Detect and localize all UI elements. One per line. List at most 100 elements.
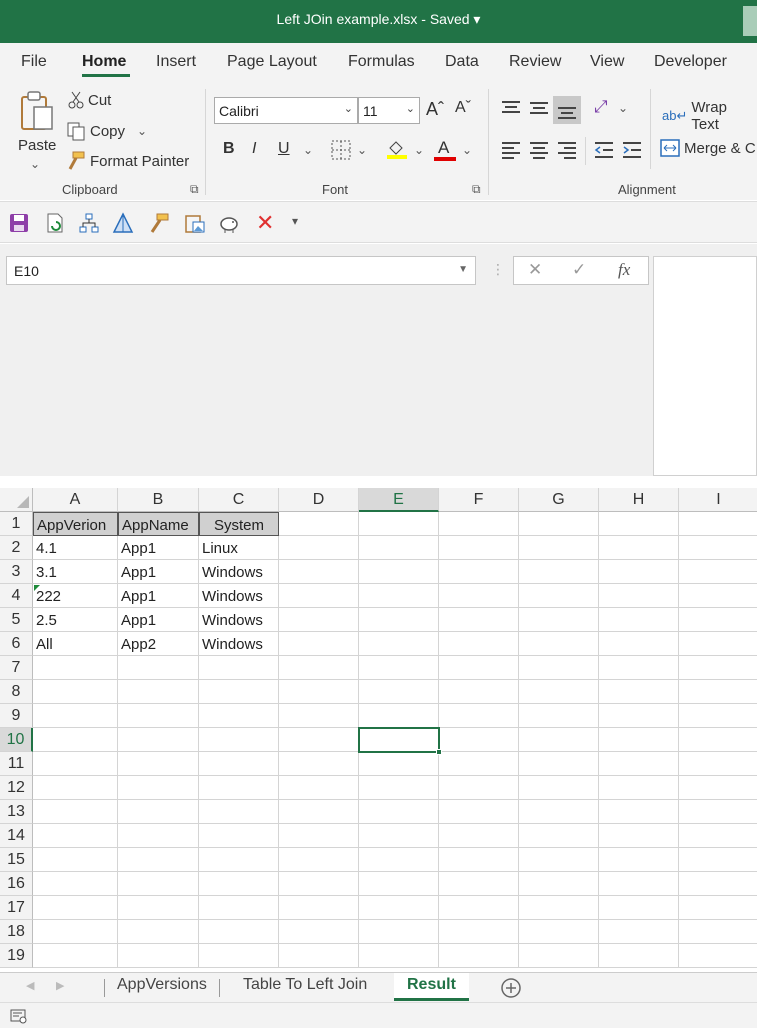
- cell-i18[interactable]: [679, 920, 757, 944]
- piggy-bank-icon[interactable]: [218, 212, 240, 234]
- cell-a2[interactable]: 4.1: [33, 536, 118, 560]
- formula-input[interactable]: [653, 256, 757, 476]
- copy-dropdown-icon[interactable]: ⌄: [137, 124, 147, 138]
- cell-a19[interactable]: [33, 944, 118, 968]
- cell-c7[interactable]: [199, 656, 279, 680]
- cell-e3[interactable]: [359, 560, 439, 584]
- cell-d17[interactable]: [279, 896, 359, 920]
- hierarchy-icon[interactable]: [78, 212, 100, 234]
- cell-e7[interactable]: [359, 656, 439, 680]
- row-header-11[interactable]: 11: [0, 752, 33, 776]
- cell-g9[interactable]: [519, 704, 599, 728]
- cell-g10[interactable]: [519, 728, 599, 752]
- cell-i13[interactable]: [679, 800, 757, 824]
- cut-button[interactable]: Cut: [68, 91, 111, 109]
- worksheet-grid[interactable]: A B C D E F G H I 1 AppVerion AppName System 2 4.1 App1…: [0, 488, 757, 972]
- cell-e12[interactable]: [359, 776, 439, 800]
- orientation-icon[interactable]: ⤢: [594, 97, 608, 117]
- cell-c10[interactable]: [199, 728, 279, 752]
- drag-handle-icon[interactable]: ⋮: [491, 261, 505, 278]
- italic-button[interactable]: I: [252, 140, 256, 158]
- tab-insert[interactable]: Insert: [156, 53, 196, 71]
- cell-d2[interactable]: [279, 536, 359, 560]
- cell-e2[interactable]: [359, 536, 439, 560]
- paste-picture-icon[interactable]: [184, 212, 206, 234]
- cell-f15[interactable]: [439, 848, 519, 872]
- cell-e8[interactable]: [359, 680, 439, 704]
- tab-home[interactable]: Home: [82, 53, 126, 71]
- cell-g19[interactable]: [519, 944, 599, 968]
- align-top-icon[interactable]: [501, 99, 521, 117]
- cell-f18[interactable]: [439, 920, 519, 944]
- cell-i15[interactable]: [679, 848, 757, 872]
- paste-button[interactable]: Paste ⌄: [14, 89, 60, 171]
- cell-d7[interactable]: [279, 656, 359, 680]
- tab-file[interactable]: File: [21, 53, 47, 71]
- cell-e11[interactable]: [359, 752, 439, 776]
- cell-c17[interactable]: [199, 896, 279, 920]
- row-header-10[interactable]: 10: [0, 728, 33, 752]
- align-center-icon[interactable]: [529, 141, 549, 159]
- cell-h19[interactable]: [599, 944, 679, 968]
- cell-i12[interactable]: [679, 776, 757, 800]
- font-color-button[interactable]: A: [434, 137, 456, 163]
- cell-a12[interactable]: [33, 776, 118, 800]
- cell-a9[interactable]: [33, 704, 118, 728]
- add-sheet-icon[interactable]: [500, 977, 522, 999]
- cell-a11[interactable]: [33, 752, 118, 776]
- cell-d5[interactable]: [279, 608, 359, 632]
- accessibility-icon[interactable]: [10, 1009, 28, 1025]
- cell-e5[interactable]: [359, 608, 439, 632]
- cell-e18[interactable]: [359, 920, 439, 944]
- column-header-f[interactable]: F: [439, 488, 519, 512]
- cell-d6[interactable]: [279, 632, 359, 656]
- cell-i14[interactable]: [679, 824, 757, 848]
- tab-developer[interactable]: Developer: [654, 53, 727, 71]
- cell-i4[interactable]: [679, 584, 757, 608]
- table-header-cell[interactable]: System: [199, 512, 279, 536]
- sheet-tab-result[interactable]: Result: [394, 973, 469, 1001]
- cell-g17[interactable]: [519, 896, 599, 920]
- column-header-d[interactable]: D: [279, 488, 359, 512]
- cell-b18[interactable]: [118, 920, 199, 944]
- cell-i8[interactable]: [679, 680, 757, 704]
- row-header-8[interactable]: 8: [0, 680, 33, 704]
- row-header-17[interactable]: 17: [0, 896, 33, 920]
- cell-f1[interactable]: [439, 512, 519, 536]
- triangle-icon[interactable]: [112, 212, 134, 234]
- cell-a14[interactable]: [33, 824, 118, 848]
- cell-b10[interactable]: [118, 728, 199, 752]
- cell-h18[interactable]: [599, 920, 679, 944]
- row-header-18[interactable]: 18: [0, 920, 33, 944]
- cell-f13[interactable]: [439, 800, 519, 824]
- cell-c11[interactable]: [199, 752, 279, 776]
- row-header-14[interactable]: 14: [0, 824, 33, 848]
- cell-d14[interactable]: [279, 824, 359, 848]
- cell-b11[interactable]: [118, 752, 199, 776]
- cell-f17[interactable]: [439, 896, 519, 920]
- cell-g15[interactable]: [519, 848, 599, 872]
- cell-e15[interactable]: [359, 848, 439, 872]
- chevron-down-icon[interactable]: ⌄: [414, 143, 424, 157]
- cell-h1[interactable]: [599, 512, 679, 536]
- cell-i9[interactable]: [679, 704, 757, 728]
- cell-f7[interactable]: [439, 656, 519, 680]
- row-header-16[interactable]: 16: [0, 872, 33, 896]
- cell-b12[interactable]: [118, 776, 199, 800]
- cell-e19[interactable]: [359, 944, 439, 968]
- cell-f5[interactable]: [439, 608, 519, 632]
- cell-d8[interactable]: [279, 680, 359, 704]
- row-header-3[interactable]: 3: [0, 560, 33, 584]
- cell-h15[interactable]: [599, 848, 679, 872]
- row-header-2[interactable]: 2: [0, 536, 33, 560]
- scroll-left-icon[interactable]: ◀: [26, 979, 34, 992]
- cell-i5[interactable]: [679, 608, 757, 632]
- font-size-combo[interactable]: 11 ⌄: [358, 97, 420, 124]
- cell-a18[interactable]: [33, 920, 118, 944]
- cell-b5[interactable]: App1: [118, 608, 199, 632]
- save-icon[interactable]: [8, 212, 30, 234]
- chevron-down-icon[interactable]: ⌄: [344, 102, 353, 115]
- cell-g13[interactable]: [519, 800, 599, 824]
- cell-f12[interactable]: [439, 776, 519, 800]
- cell-g16[interactable]: [519, 872, 599, 896]
